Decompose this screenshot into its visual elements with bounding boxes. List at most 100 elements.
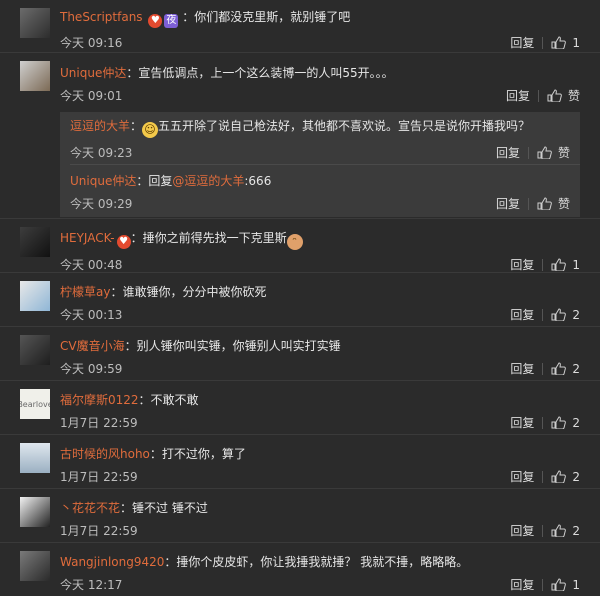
username-link[interactable]: CV魔音小海 bbox=[60, 339, 125, 353]
avatar[interactable]: Bearlove bbox=[20, 389, 50, 419]
reply-button[interactable]: 回复 bbox=[496, 144, 520, 161]
reply-item: Unique仲达：回复@逗逗的大羊:666 今天 09:29 回复 赞 bbox=[70, 165, 580, 217]
thumbs-up-icon bbox=[537, 197, 552, 210]
thumbs-up-icon bbox=[551, 470, 567, 483]
comment-item: HEYJACK- ♥ ：捶你之前得先找一下克里斯 ᵔ 今天 00:48 回复 1 bbox=[0, 219, 600, 273]
username-link[interactable]: Unique仲达 bbox=[70, 174, 136, 188]
avatar[interactable] bbox=[20, 61, 50, 91]
comment-time: 今天 00:13 bbox=[60, 308, 123, 322]
thumbs-up-icon bbox=[547, 89, 562, 102]
like-button[interactable]: 2 bbox=[551, 524, 580, 538]
like-count: 1 bbox=[572, 257, 580, 272]
like-button[interactable]: 2 bbox=[551, 416, 580, 430]
comment-text: ：不敢不敢 bbox=[138, 393, 199, 407]
username-link[interactable]: 古时候的风hoho bbox=[60, 447, 150, 461]
comment-time: 1月7日 22:59 bbox=[60, 470, 138, 484]
avatar[interactable] bbox=[20, 227, 50, 257]
username-link[interactable]: 逗逗的大羊 bbox=[70, 119, 130, 133]
divider bbox=[542, 524, 544, 537]
reply-time: 今天 09:29 bbox=[70, 197, 133, 211]
like-button[interactable]: 2 bbox=[551, 470, 580, 484]
like-button[interactable]: 赞 bbox=[537, 144, 570, 161]
comment-text: ：锤不过 锤不过 bbox=[120, 501, 208, 515]
comment-time: 1月7日 22:59 bbox=[60, 524, 138, 538]
like-label: 赞 bbox=[557, 197, 570, 211]
comment-item: TheScriptfans ♥ 夜 ：你们都没克里斯，就别锤了吧 今天 09:16… bbox=[0, 0, 600, 53]
thumbs-up-icon bbox=[551, 524, 567, 537]
thumbs-up-icon bbox=[551, 308, 567, 321]
divider bbox=[542, 258, 544, 271]
divider bbox=[542, 362, 544, 375]
username-link[interactable]: 柠檬草ay bbox=[60, 285, 110, 299]
comment-time: 今天 09:59 bbox=[60, 362, 123, 376]
avatar[interactable] bbox=[20, 335, 50, 365]
like-count: 1 bbox=[572, 577, 580, 592]
like-count: 2 bbox=[572, 469, 580, 484]
reply-button[interactable]: 回复 bbox=[510, 360, 534, 377]
like-button[interactable]: 1 bbox=[551, 36, 580, 50]
username-link[interactable]: Unique仲达 bbox=[60, 66, 126, 80]
reply-button[interactable]: 回复 bbox=[496, 195, 520, 212]
thumbs-up-icon bbox=[551, 362, 567, 375]
thumbs-up-icon bbox=[551, 578, 567, 591]
reply-button[interactable]: 回复 bbox=[510, 522, 534, 539]
comment-time: 今天 09:16 bbox=[60, 36, 123, 50]
thumbs-up-icon bbox=[537, 146, 552, 159]
comment-item: 古时候的风hoho：打不过你，算了 1月7日 22:59 回复 2 bbox=[0, 435, 600, 489]
like-button[interactable]: 1 bbox=[551, 578, 580, 592]
comment-text: ：宣告低调点，上一个这么装博一的人叫55开。。。 bbox=[126, 66, 394, 80]
comment-text: ：捶你之前得先找一下克里斯 bbox=[130, 231, 287, 245]
comment-time: 今天 12:17 bbox=[60, 578, 123, 592]
comment-item: Wangjinlong9420：捶你个皮皮虾，你让我捶我就捶？ 我就不捶，略略略… bbox=[0, 543, 600, 596]
divider bbox=[542, 470, 544, 483]
mention-link[interactable]: @逗逗的大羊 bbox=[172, 174, 244, 188]
reply-button[interactable]: 回复 bbox=[510, 256, 534, 273]
reply-item: 逗逗的大羊： ☺ 五五开除了说自己枪法好，其他都不喜欢说。宣告只是说你开播我吗？ 今… bbox=[70, 112, 580, 165]
reply-button[interactable]: 回复 bbox=[510, 414, 534, 431]
reply-button[interactable]: 回复 bbox=[510, 34, 534, 51]
username-link[interactable]: Wangjinlong9420 bbox=[60, 555, 164, 569]
divider bbox=[542, 416, 544, 429]
like-button[interactable]: 1 bbox=[551, 258, 580, 272]
comment-text: ：别人锤你叫实锤，你锤别人叫实打实锤 bbox=[124, 339, 341, 353]
comment-time: 今天 00:48 bbox=[60, 258, 123, 272]
comment-text: ：你们都没克里斯，就别锤了吧 bbox=[182, 10, 351, 24]
avatar[interactable] bbox=[20, 8, 50, 38]
thumbs-up-icon bbox=[551, 36, 567, 49]
like-button[interactable]: 赞 bbox=[547, 87, 580, 104]
reply-button[interactable]: 回复 bbox=[510, 576, 534, 593]
like-label: 赞 bbox=[567, 89, 580, 103]
like-count: 2 bbox=[572, 523, 580, 538]
avatar[interactable] bbox=[20, 443, 50, 473]
username-link[interactable]: 丶花花不花 bbox=[60, 501, 120, 515]
comment-text: ：谁敢锤你，分分中被你砍死 bbox=[110, 285, 267, 299]
reply-text: :666 bbox=[244, 174, 272, 188]
avatar[interactable] bbox=[20, 497, 50, 527]
reply-button[interactable]: 回复 bbox=[510, 468, 534, 485]
comment-item: Bearlove 福尔摩斯0122：不敢不敢 1月7日 22:59 回复 2 bbox=[0, 381, 600, 435]
like-button[interactable]: 2 bbox=[551, 308, 580, 322]
vip-badge-icon: ♥ bbox=[148, 14, 163, 28]
username-link[interactable]: 福尔摩斯0122 bbox=[60, 393, 139, 407]
like-count: 2 bbox=[572, 415, 580, 430]
avatar[interactable] bbox=[20, 551, 50, 581]
divider bbox=[542, 36, 544, 49]
comment-item: Unique仲达：宣告低调点，上一个这么装博一的人叫55开。。。 今天 09:0… bbox=[0, 53, 600, 219]
reply-button[interactable]: 回复 bbox=[510, 306, 534, 323]
reply-text: 五五开除了说自己枪法好，其他都不喜欢说。宣告只是说你开播我吗？ bbox=[158, 119, 531, 133]
reply-button[interactable]: 回复 bbox=[506, 87, 530, 104]
cat-emoji-icon: ᵔ bbox=[286, 234, 303, 250]
divider bbox=[527, 197, 529, 210]
thumbs-up-icon bbox=[551, 416, 567, 429]
reply-prefix: ：回复 bbox=[136, 174, 173, 188]
comment-time: 1月7日 22:59 bbox=[60, 416, 138, 430]
username-link[interactable]: TheScriptfans bbox=[60, 10, 143, 24]
username-link[interactable]: HEYJACK- bbox=[60, 231, 115, 245]
like-button[interactable]: 赞 bbox=[537, 195, 570, 212]
divider bbox=[542, 308, 544, 321]
avatar[interactable] bbox=[20, 281, 50, 311]
like-button[interactable]: 2 bbox=[551, 362, 580, 376]
comment-text: ：打不过你，算了 bbox=[149, 447, 246, 461]
avatar-text: Bearlove bbox=[20, 399, 50, 409]
like-count: 2 bbox=[572, 361, 580, 376]
